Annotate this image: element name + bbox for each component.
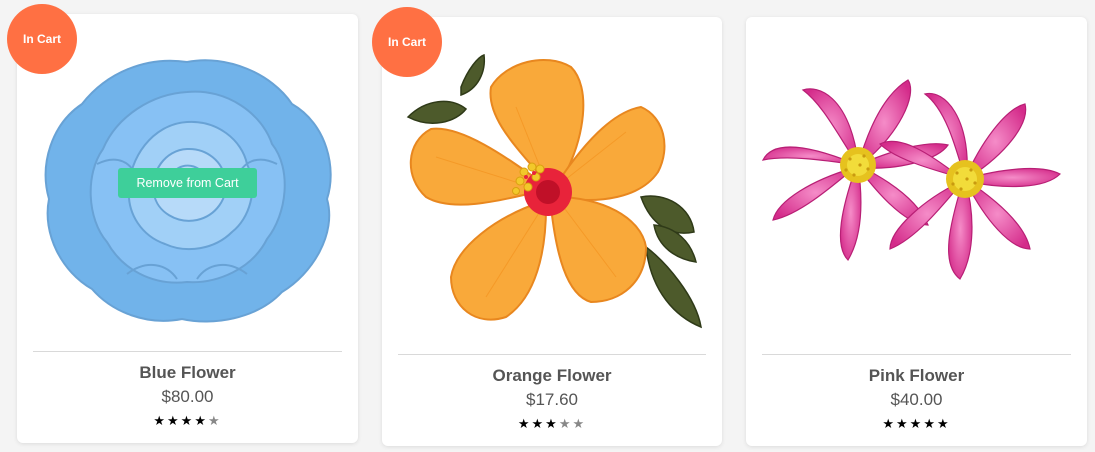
product-price: $17.60: [526, 390, 578, 409]
star-filled-icon: ★: [517, 416, 532, 431]
product-rating: ★★★★★: [746, 417, 1087, 431]
product-price: $40.00: [890, 390, 943, 409]
product-image-pink-cosmos: [758, 65, 1076, 295]
product-card-blue-flower[interactable]: Remove from Cart Blue Flower $80.00 ★★★★…: [17, 14, 358, 443]
star-empty-icon: ★: [558, 416, 573, 431]
product-card-orange-flower[interactable]: Orange Flower $17.60 ★★★★★: [382, 17, 722, 446]
star-filled-icon: ★: [896, 416, 910, 431]
star-filled-icon: ★: [180, 413, 195, 428]
product-name: Blue Flower: [139, 363, 236, 382]
star-filled-icon: ★: [194, 413, 208, 428]
star-filled-icon: ★: [882, 416, 897, 431]
star-filled-icon: ★: [923, 416, 937, 431]
card-divider: [762, 354, 1071, 355]
card-divider: [398, 354, 706, 355]
star-filled-icon: ★: [936, 416, 951, 431]
star-empty-icon: ★: [572, 416, 587, 431]
product-image-orange-hibiscus: [396, 47, 710, 337]
product-rating: ★★★★★: [17, 414, 358, 428]
product-card-pink-flower[interactable]: Pink Flower $40.00 ★★★★★: [746, 17, 1087, 446]
star-filled-icon: ★: [167, 413, 181, 428]
product-price: $80.00: [161, 387, 214, 406]
in-cart-badge: In Cart: [7, 4, 77, 74]
product-name: Orange Flower: [492, 366, 612, 385]
star-filled-icon: ★: [909, 416, 924, 431]
product-name: Pink Flower: [868, 366, 965, 385]
card-divider: [33, 351, 342, 352]
product-grid: Remove from Cart Blue Flower $80.00 ★★★★…: [0, 0, 1095, 452]
star-filled-icon: ★: [545, 416, 559, 431]
in-cart-badge: In Cart: [372, 7, 442, 77]
product-rating: ★★★★★: [382, 417, 722, 431]
remove-from-cart-button[interactable]: Remove from Cart: [118, 168, 257, 198]
star-filled-icon: ★: [153, 413, 168, 428]
star-empty-icon: ★: [207, 413, 222, 428]
star-filled-icon: ★: [531, 416, 546, 431]
